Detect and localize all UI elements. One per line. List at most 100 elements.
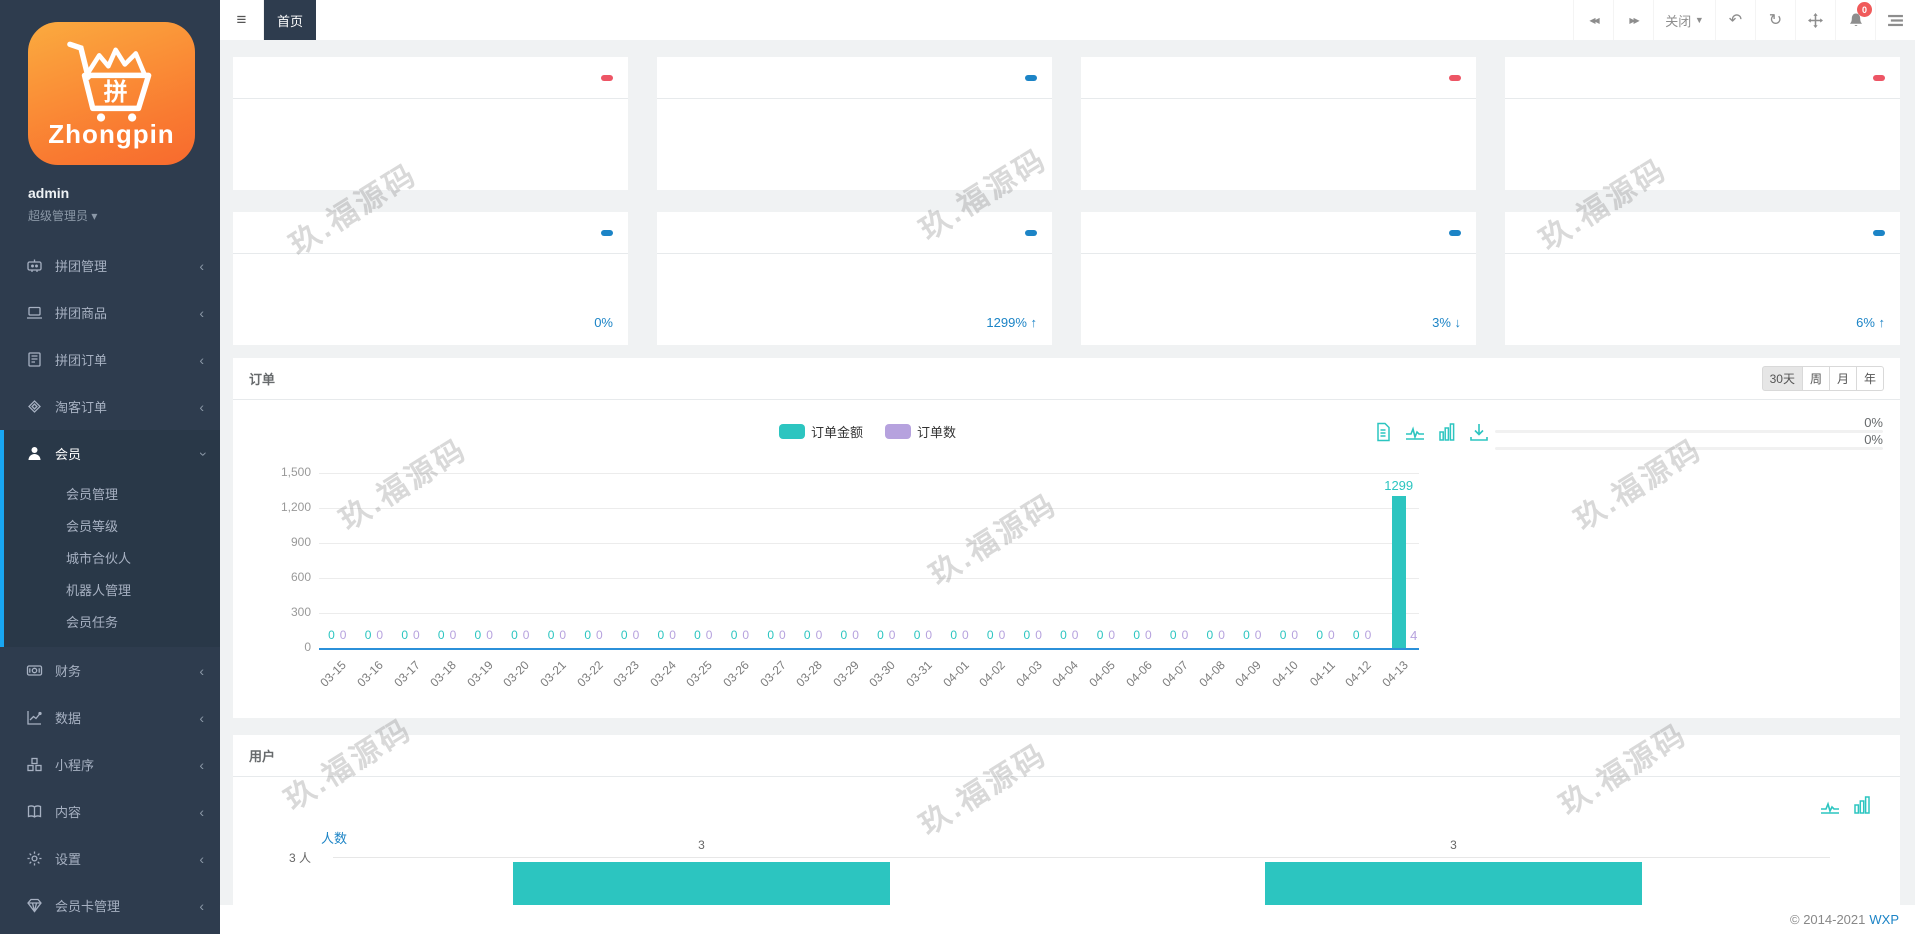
user-panel-header: 用户: [233, 735, 1900, 777]
sidebar-item-拼团订单[interactable]: 拼团订单‹: [0, 336, 220, 383]
side-stat-progressbar: [1495, 447, 1883, 450]
bar-value-labels: 00: [950, 628, 968, 642]
user-icon: [26, 445, 43, 462]
switch-bar-icon[interactable]: [1437, 422, 1457, 442]
legend-swatch: [885, 424, 911, 439]
notifications-button[interactable]: 0: [1835, 0, 1875, 40]
gridline: [319, 508, 1419, 509]
bar-chart-toggle-icon[interactable]: [1852, 795, 1872, 815]
user-role-dropdown[interactable]: 超级管理员 ▾: [28, 207, 220, 224]
menu-block-4: 会员‹会员管理会员等级城市合伙人机器人管理会员任务: [0, 430, 220, 647]
robot-icon: [26, 257, 43, 274]
scroll-tabs-left-button[interactable]: ◀◀: [1573, 0, 1613, 40]
range-button-月[interactable]: 月: [1830, 366, 1857, 391]
chevron-left-icon: ‹: [194, 451, 210, 456]
sidebar-subitem-会员任务[interactable]: 会员任务: [4, 605, 220, 637]
tab-home[interactable]: 首页: [264, 0, 316, 40]
sidebar-item-label: 内容: [55, 802, 81, 821]
back-button[interactable]: ↶: [1715, 0, 1755, 40]
sidebar-toggle-button[interactable]: ≡: [220, 0, 264, 40]
gear-icon: [26, 850, 43, 867]
bar-value-labels: 00: [548, 628, 566, 642]
stat-card-header: [1505, 212, 1900, 254]
gridline: [319, 578, 1419, 579]
bar-value-labels: 00: [694, 628, 712, 642]
sidebar-item-淘客订单[interactable]: 淘客订单‹: [0, 383, 220, 430]
logo-wordmark: Zhongpin: [48, 119, 174, 150]
sidebar-subitem-机器人管理[interactable]: 机器人管理: [4, 573, 220, 605]
stat-card-percent: 1299% ↑: [986, 315, 1037, 330]
data-view-icon[interactable]: [1373, 422, 1393, 442]
sidebar-item-会员卡管理[interactable]: 会员卡管理‹: [0, 882, 220, 929]
bar-value-labels: 00: [914, 628, 932, 642]
legend-label: 订单金额: [811, 422, 863, 441]
status-badge: [601, 75, 613, 81]
move-arrows-icon: [1808, 13, 1823, 28]
sidebar-item-数据[interactable]: 数据‹: [0, 694, 220, 741]
brand-link[interactable]: WXP: [1869, 912, 1899, 927]
refresh-icon: ↻: [1769, 10, 1782, 30]
gridline: [319, 543, 1419, 544]
bar-value-labels: 00: [328, 628, 346, 642]
main-content: 0%1299% ↑3% ↓6% ↑ 订单 30天周月年 订单金额订单数03006…: [220, 40, 1915, 934]
range-button-年[interactable]: 年: [1857, 366, 1884, 391]
legend-item-订单数[interactable]: 订单数: [885, 422, 956, 441]
notification-badge: 0: [1857, 2, 1872, 17]
sidebar: 拼 Zhongpin admin 超级管理员 ▾ 拼团管理‹拼团商品‹拼团订单‹…: [0, 0, 220, 934]
chart-legend: 订单金额 订单数: [779, 422, 956, 441]
sidebar-item-财务[interactable]: 财务‹: [0, 647, 220, 694]
chevron-left-icon: ‹: [199, 898, 204, 914]
stat-card-header: [657, 57, 1052, 99]
stat-card-body: [233, 99, 628, 189]
brand-logo[interactable]: 拼 Zhongpin: [28, 22, 195, 165]
bar-value-labels: 00: [1133, 628, 1151, 642]
stat-card-body: 3% ↓: [1081, 254, 1476, 344]
status-badge: [1449, 75, 1461, 81]
bar-value-labels: 00: [1207, 628, 1225, 642]
fullscreen-button[interactable]: [1795, 0, 1835, 40]
side-stat-percent: 0%: [1864, 415, 1883, 430]
user-chart-legend[interactable]: 人数: [321, 828, 347, 847]
sidebar-item-小程序[interactable]: 小程序‹: [0, 741, 220, 788]
user-bar-value: 3: [698, 838, 705, 852]
diamond-icon: [26, 398, 43, 415]
sidebar-item-label: 设置: [55, 849, 81, 868]
order-count-label: 4: [1410, 628, 1417, 643]
sidebar-subitem-会员管理[interactable]: 会员管理: [4, 477, 220, 509]
menu-block-8: 内容 ‹: [0, 788, 220, 835]
download-icon[interactable]: [1469, 422, 1489, 442]
undo-icon: ↶: [1729, 10, 1742, 30]
user-block: admin 超级管理员 ▾: [28, 185, 220, 224]
range-button-30天[interactable]: 30天: [1762, 366, 1803, 391]
y-axis-tick: 0: [255, 640, 311, 654]
range-button-周[interactable]: 周: [1803, 366, 1830, 391]
stat-card-header: [1081, 57, 1476, 99]
order-panel-header: 订单 30天周月年: [233, 358, 1900, 400]
double-right-icon: ▶▶: [1629, 16, 1637, 25]
chevron-left-icon: ‹: [199, 804, 204, 820]
double-left-icon: ◀◀: [1589, 16, 1597, 25]
sidebar-subitem-城市合伙人[interactable]: 城市合伙人: [4, 541, 220, 573]
book-icon: [26, 803, 43, 820]
sidebar-item-拼团管理[interactable]: 拼团管理‹: [0, 242, 220, 289]
line-chart-icon: [26, 709, 43, 726]
sidebar-item-内容[interactable]: 内容 ‹: [0, 788, 220, 835]
refresh-button[interactable]: ↻: [1755, 0, 1795, 40]
sidebar-item-拼团商品[interactable]: 拼团商品‹: [0, 289, 220, 336]
sidebar-subitem-会员等级[interactable]: 会员等级: [4, 509, 220, 541]
switch-line-icon[interactable]: [1405, 422, 1425, 442]
close-tabs-dropdown[interactable]: 关闭 ▼: [1653, 0, 1715, 40]
side-stat-progressbar: [1495, 430, 1883, 433]
sidebar-item-设置[interactable]: 设置‹: [0, 835, 220, 882]
layout-list-button[interactable]: [1875, 0, 1915, 40]
user-count-bar: [513, 862, 890, 905]
status-badge: [1025, 230, 1037, 236]
legend-label: 订单数: [917, 422, 956, 441]
stat-card-header: [657, 212, 1052, 254]
bar-value-labels: 00: [511, 628, 529, 642]
sidebar-item-会员[interactable]: 会员‹: [4, 430, 220, 477]
scroll-tabs-right-button[interactable]: ▶▶: [1613, 0, 1653, 40]
legend-item-订单金额[interactable]: 订单金额: [779, 422, 863, 441]
menu-block-3: 淘客订单‹: [0, 383, 220, 430]
line-chart-toggle-icon[interactable]: [1820, 795, 1840, 815]
